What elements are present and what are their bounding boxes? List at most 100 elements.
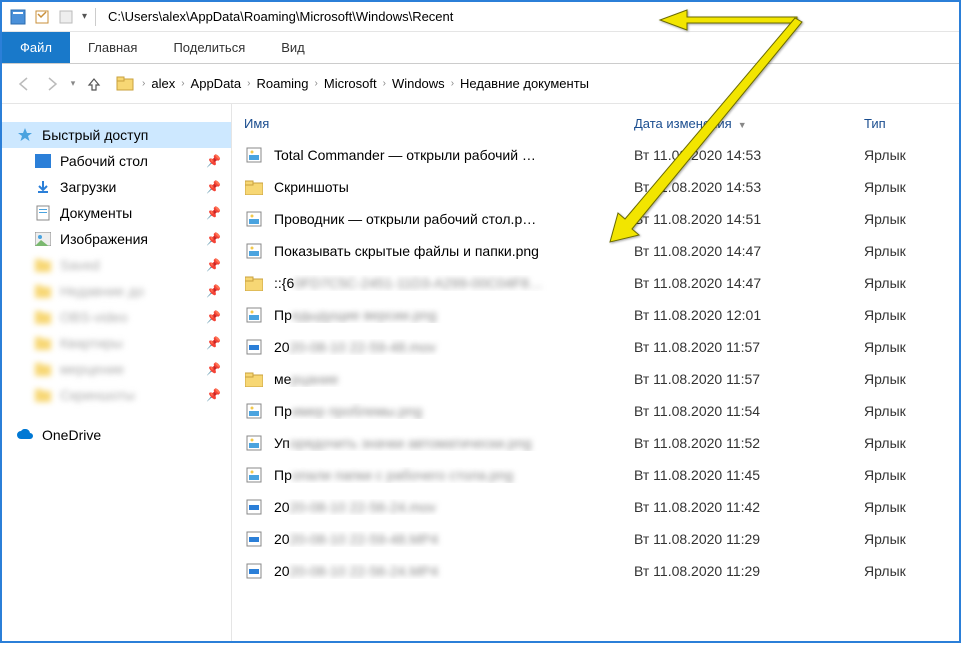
file-row[interactable]: СкриншотыВт 11.08.2020 14:53Ярлык: [244, 171, 959, 203]
sidebar-item-label: Квартиры: [60, 335, 123, 351]
folder-icon: [34, 282, 52, 300]
breadcrumb-item[interactable]: Microsoft: [320, 72, 381, 95]
sidebar-item-blurred[interactable]: Квартиры📌: [2, 330, 231, 356]
chevron-right-icon[interactable]: ›: [383, 78, 386, 89]
chevron-right-icon[interactable]: ›: [247, 78, 250, 89]
documents-icon: [34, 204, 52, 222]
nav-bar: ▾ › alex › AppData › Roaming › Microsoft…: [2, 64, 959, 104]
image-file-icon: [244, 433, 264, 453]
sidebar-item-blurred[interactable]: Скриншоты 📌: [2, 382, 231, 408]
sidebar-item-blurred[interactable]: Saved📌: [2, 252, 231, 278]
file-name: Упорядочить значки автоматически.png: [274, 435, 634, 451]
sidebar-item-label: мерцение: [60, 361, 124, 377]
folder-icon: [34, 256, 52, 274]
file-type: Ярлык: [864, 275, 944, 291]
sidebar-onedrive[interactable]: OneDrive: [2, 422, 231, 448]
file-row[interactable]: ::{60FD7C5C-2451-11D3-A299-00C04F8…Вт 11…: [244, 267, 959, 299]
tab-share[interactable]: Поделиться: [155, 32, 263, 63]
file-date: Вт 11.08.2020 14:47: [634, 275, 864, 291]
tab-view[interactable]: Вид: [263, 32, 323, 63]
file-type: Ярлык: [864, 467, 944, 483]
image-file-icon: [244, 465, 264, 485]
ribbon-tabs: Файл Главная Поделиться Вид: [2, 32, 959, 64]
chevron-right-icon[interactable]: ›: [451, 78, 454, 89]
file-row[interactable]: Упорядочить значки автоматически.pngВт 1…: [244, 427, 959, 459]
sidebar-item-label: Быстрый доступ: [42, 127, 148, 143]
file-type: Ярлык: [864, 211, 944, 227]
video-file-icon: [244, 529, 264, 549]
tab-file[interactable]: Файл: [2, 32, 70, 63]
file-row[interactable]: Предыдущие версии.pngВт 11.08.2020 12:01…: [244, 299, 959, 331]
properties-icon[interactable]: [34, 9, 50, 25]
sidebar-item-blurred[interactable]: мерцение📌: [2, 356, 231, 382]
file-date: Вт 11.08.2020 11:42: [634, 499, 864, 515]
image-file-icon: [244, 401, 264, 421]
file-date: Вт 11.08.2020 11:45: [634, 467, 864, 483]
sidebar-item-blurred[interactable]: OBS-video📌: [2, 304, 231, 330]
pin-icon: 📌: [206, 180, 221, 194]
desktop-icon: [34, 152, 52, 170]
folder-icon: [244, 273, 264, 293]
file-row[interactable]: Проводник — открыли рабочий стол.p…Вт 11…: [244, 203, 959, 235]
file-row[interactable]: 2020-08-10 22-56-24.movВт 11.08.2020 11:…: [244, 491, 959, 523]
file-name: 2020-08-10 22-59-48.MP4: [274, 531, 634, 547]
file-date: Вт 11.08.2020 11:29: [634, 563, 864, 579]
file-row[interactable]: 2020-08-10 22-56-24.MP4Вт 11.08.2020 11:…: [244, 555, 959, 587]
breadcrumb-item[interactable]: Roaming: [252, 72, 312, 95]
up-button[interactable]: [80, 70, 108, 98]
breadcrumb-item[interactable]: Windows: [388, 72, 449, 95]
file-date: Вт 11.08.2020 11:57: [634, 339, 864, 355]
column-date[interactable]: Дата изменения▼: [634, 116, 864, 131]
folder-icon: [34, 334, 52, 352]
column-type[interactable]: Тип: [864, 116, 944, 131]
chevron-right-icon[interactable]: ›: [181, 78, 184, 89]
file-name: Предыдущие версии.png: [274, 307, 634, 323]
image-file-icon: [244, 241, 264, 261]
sidebar-documents[interactable]: Документы 📌: [2, 200, 231, 226]
breadcrumb-item[interactable]: Недавние документы: [456, 72, 593, 95]
file-row[interactable]: Total Commander — открыли рабочий …Вт 11…: [244, 139, 959, 171]
file-row[interactable]: Показывать скрытые файлы и папки.pngВт 1…: [244, 235, 959, 267]
pin-icon: 📌: [206, 388, 221, 402]
pin-icon: 📌: [206, 258, 221, 272]
sidebar-item-label: Скриншоты: [60, 387, 135, 403]
recent-locations-dropdown[interactable]: ▾: [66, 70, 80, 98]
pin-icon: 📌: [206, 206, 221, 220]
file-type: Ярлык: [864, 531, 944, 547]
file-name: Скриншоты: [274, 179, 634, 195]
image-file-icon: [244, 209, 264, 229]
file-date: Вт 11.08.2020 11:29: [634, 531, 864, 547]
forward-button[interactable]: [38, 70, 66, 98]
qat-dropdown-icon[interactable]: ▾: [82, 11, 87, 22]
file-list[interactable]: Total Commander — открыли рабочий …Вт 11…: [232, 139, 959, 587]
back-button[interactable]: [10, 70, 38, 98]
breadcrumb[interactable]: › alex › AppData › Roaming › Microsoft ›…: [116, 72, 951, 95]
column-name[interactable]: Имя: [244, 116, 634, 131]
video-file-icon: [244, 561, 264, 581]
file-row[interactable]: Пропали папки с рабочего стола.pngВт 11.…: [244, 459, 959, 491]
chevron-right-icon[interactable]: ›: [315, 78, 318, 89]
sidebar-pictures[interactable]: Изображения 📌: [2, 226, 231, 252]
separator: [95, 8, 96, 26]
sidebar-item-blurred[interactable]: Недавние до📌: [2, 278, 231, 304]
tab-home[interactable]: Главная: [70, 32, 155, 63]
file-row[interactable]: 2020-08-10 22-59-48.movВт 11.08.2020 11:…: [244, 331, 959, 363]
breadcrumb-item[interactable]: AppData: [187, 72, 246, 95]
file-row[interactable]: 2020-08-10 22-59-48.MP4Вт 11.08.2020 11:…: [244, 523, 959, 555]
file-type: Ярлык: [864, 371, 944, 387]
pictures-icon: [34, 230, 52, 248]
chevron-right-icon[interactable]: ›: [142, 78, 145, 89]
file-row[interactable]: Пример проблемы.pngВт 11.08.2020 11:54Яр…: [244, 395, 959, 427]
file-type: Ярлык: [864, 499, 944, 515]
navigation-pane: Быстрый доступ Рабочий стол 📌 Загрузки 📌…: [2, 104, 232, 641]
pin-icon: 📌: [206, 310, 221, 324]
qat-icon[interactable]: [58, 9, 74, 25]
title-bar: ▾ C:\Users\alex\AppData\Roaming\Microsof…: [2, 2, 959, 32]
breadcrumb-item[interactable]: alex: [147, 72, 179, 95]
sidebar-desktop[interactable]: Рабочий стол 📌: [2, 148, 231, 174]
sidebar-quick-access[interactable]: Быстрый доступ: [2, 122, 231, 148]
sidebar-downloads[interactable]: Загрузки 📌: [2, 174, 231, 200]
file-type: Ярлык: [864, 435, 944, 451]
file-row[interactable]: мерцаниеВт 11.08.2020 11:57Ярлык: [244, 363, 959, 395]
sidebar-item-label: Изображения: [60, 231, 148, 247]
